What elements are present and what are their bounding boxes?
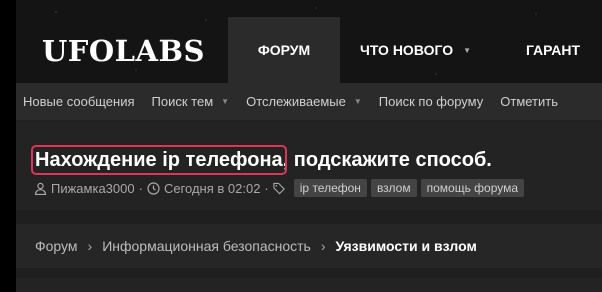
breadcrumb-current[interactable]: Уязвимости и взлом: [336, 238, 477, 254]
subnav-item-search-threads[interactable]: Поиск тем ▼: [152, 94, 230, 109]
tag-forum-help[interactable]: помощь форума: [420, 179, 525, 197]
left-edge: [0, 0, 16, 292]
subnav-item-mark-read[interactable]: Отметить: [500, 94, 558, 109]
title-highlight: Нахождение ip телефона: [31, 145, 287, 175]
chevron-down-icon[interactable]: ▼: [354, 97, 362, 106]
tags-icon: [273, 182, 286, 195]
tab-garant[interactable]: ГАРАНТ: [526, 17, 580, 83]
breadcrumb: Форум › Информационная безопасность › Уя…: [16, 224, 602, 268]
content-panel: [16, 278, 602, 292]
thread-header: Нахождение ip телефона, подскажите спосо…: [16, 122, 602, 210]
subnav-item-search-forum[interactable]: Поиск по форуму: [379, 94, 483, 109]
chevron-down-icon[interactable]: ▼: [221, 97, 229, 106]
tag-ip-phone[interactable]: ip телефон: [293, 179, 367, 197]
subnav-item-watched[interactable]: Отслеживаемые ▼: [246, 94, 362, 109]
top-navigation: UFOLABS ФОРУМ ЧТО НОВОГО ▼ ГАРАНТ: [16, 0, 602, 83]
page-title: Нахождение ip телефона, подскажите спосо…: [31, 145, 492, 175]
site-logo[interactable]: UFOLABS: [42, 34, 205, 68]
tag-hacking[interactable]: взлом: [370, 179, 417, 197]
author-link[interactable]: Пижамка3000: [51, 181, 135, 196]
subnav-item-new-posts[interactable]: Новые сообщения: [23, 94, 135, 109]
sub-navigation: Новые сообщения Поиск тем ▼ Отслеживаемы…: [16, 83, 602, 121]
title-rest: , подскажите способ.: [282, 149, 492, 171]
tab-forum[interactable]: ФОРУМ: [228, 17, 340, 83]
meta-separator: ·: [138, 180, 143, 196]
clock-icon: [147, 181, 160, 195]
chevron-down-icon[interactable]: ▼: [463, 46, 471, 55]
user-icon: [34, 182, 47, 195]
tab-garant-label: ГАРАНТ: [526, 42, 581, 58]
post-date[interactable]: Сегодня в 02:02: [164, 181, 260, 196]
meta-separator: ·: [264, 180, 269, 196]
breadcrumb-forum[interactable]: Форум: [35, 238, 78, 254]
tab-whats-new[interactable]: ЧТО НОВОГО ▼: [360, 17, 471, 83]
subnav-item-label: Поиск тем: [151, 94, 214, 109]
subnav-item-label: Новые сообщения: [23, 94, 135, 109]
subnav-item-label: Отметить: [500, 94, 558, 109]
chevron-right-icon: ›: [87, 238, 93, 254]
breadcrumb-infosec[interactable]: Информационная безопасность: [102, 238, 311, 254]
tab-forum-label: ФОРУМ: [257, 42, 311, 58]
subnav-item-label: Отслеживаемые: [246, 94, 346, 109]
tab-whats-new-label: ЧТО НОВОГО: [360, 42, 454, 58]
thread-meta: Пижамка3000 · Сегодня в 02:02 · ip телеф…: [34, 179, 525, 197]
subnav-item-label: Поиск по форуму: [378, 94, 484, 109]
chevron-right-icon: ›: [320, 238, 326, 254]
